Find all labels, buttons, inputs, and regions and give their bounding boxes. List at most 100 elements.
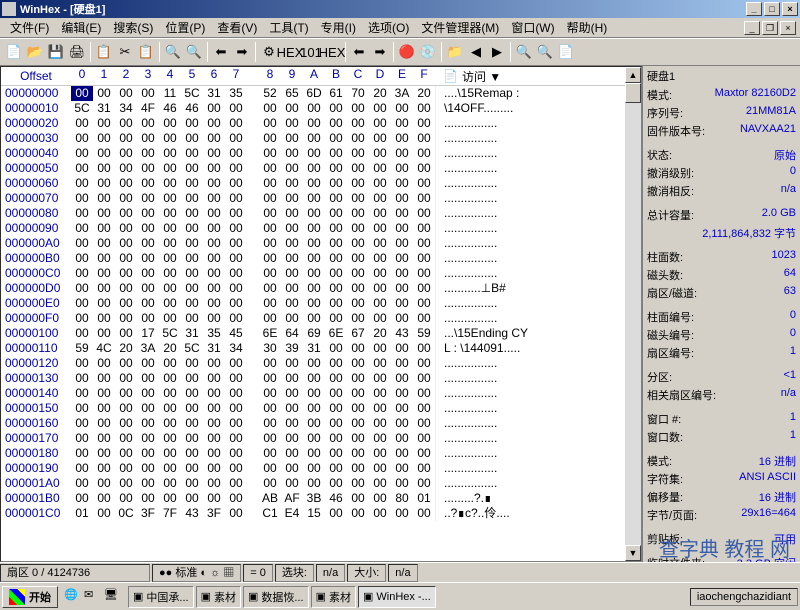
toolbar-button[interactable]: 🔍	[514, 42, 534, 62]
hex-row[interactable]: 000000F000000000000000000000000000000000…	[1, 311, 641, 326]
hex-row[interactable]: 0000017000000000000000000000000000000000…	[1, 431, 641, 446]
hex-row[interactable]: 0000003000000000000000000000000000000000…	[1, 131, 641, 146]
hex-row[interactable]: 000001A000000000000000000000000000000000…	[1, 476, 641, 491]
byte-col-header[interactable]: B	[325, 67, 347, 85]
taskbar-task[interactable]: ▣素材	[311, 586, 356, 608]
hex-row[interactable]: 0000018000000000000000000000000000000000…	[1, 446, 641, 461]
toolbar-button[interactable]: ⬅	[211, 42, 231, 62]
toolbar-button[interactable]: 🔴	[397, 42, 417, 62]
hex-row[interactable]: 0000012000000000000000000000000000000000…	[1, 356, 641, 371]
maximize-button[interactable]: □	[764, 2, 780, 16]
toolbar-button[interactable]: 📁	[445, 42, 465, 62]
status-icons[interactable]: ●● 标准 ◐ ☼ ▦	[152, 564, 241, 582]
toolbar-button[interactable]: 📋	[94, 42, 114, 62]
ql-icon[interactable]: 🖥	[104, 588, 122, 606]
hex-row[interactable]: 000000D000000000000000000000000000000000…	[1, 281, 641, 296]
toolbar-button[interactable]: HEX	[280, 42, 300, 62]
hex-row[interactable]: 0000014000000000000000000000000000000000…	[1, 386, 641, 401]
byte-col-header[interactable]: C	[347, 67, 369, 85]
hex-row[interactable]: 0000008000000000000000000000000000000000…	[1, 206, 641, 221]
start-button[interactable]: 开始	[2, 586, 58, 608]
vertical-scrollbar[interactable]: ▲ ▼	[625, 67, 641, 561]
hex-row[interactable]: 0000009000000000000000000000000000000000…	[1, 221, 641, 236]
hex-row[interactable]: 000000A000000000000000000000000000000000…	[1, 236, 641, 251]
toolbar-button[interactable]: ◀	[466, 42, 486, 62]
menu-item[interactable]: 查看(V)	[211, 17, 263, 38]
hex-row[interactable]: 000000C000000000000000000000000000000000…	[1, 266, 641, 281]
child-restore-button[interactable]: ❐	[762, 21, 778, 35]
byte-col-header[interactable]: D	[369, 67, 391, 85]
menu-item[interactable]: 帮助(H)	[561, 17, 614, 38]
toolbar-button[interactable]: 💿	[418, 42, 438, 62]
hex-row[interactable]: 00000100000000175C3135456E64696E67204359…	[1, 326, 641, 341]
toolbar-button[interactable]: 🔍	[163, 42, 183, 62]
byte-col-header[interactable]: F	[413, 67, 435, 85]
scroll-down-button[interactable]: ▼	[625, 545, 641, 561]
child-minimize-button[interactable]: _	[744, 21, 760, 35]
ql-icon[interactable]: 🌐	[64, 588, 82, 606]
system-tray[interactable]: iaochengchazidiant	[690, 588, 798, 606]
hex-row[interactable]: 000001B00000000000000000ABAF3B4600008001…	[1, 491, 641, 506]
hex-row[interactable]: 0000005000000000000000000000000000000000…	[1, 161, 641, 176]
hex-row[interactable]: 0000004000000000000000000000000000000000…	[1, 146, 641, 161]
toolbar-button[interactable]: 📄	[4, 42, 24, 62]
byte-col-header[interactable]: 3	[137, 67, 159, 85]
ascii-header[interactable]: 📄访问 ▼	[435, 67, 641, 85]
hex-row[interactable]: 0000006000000000000000000000000000000000…	[1, 176, 641, 191]
offset-header[interactable]: Offset	[1, 67, 71, 85]
toolbar-button[interactable]: ✂	[115, 42, 135, 62]
taskbar-task[interactable]: ▣中国承...	[128, 586, 194, 608]
hex-row[interactable]: 0000013000000000000000000000000000000000…	[1, 371, 641, 386]
taskbar-task[interactable]: ▣素材	[196, 586, 241, 608]
menu-item[interactable]: 窗口(W)	[505, 17, 560, 38]
hex-body[interactable]: 0000000000000000115C313552656D6170203A20…	[1, 86, 641, 521]
toolbar-button[interactable]: 🔍	[535, 42, 555, 62]
byte-col-header[interactable]: 6	[203, 67, 225, 85]
menu-item[interactable]: 文件(F)	[4, 17, 55, 38]
byte-col-header[interactable]: 7	[225, 67, 247, 85]
toolbar-button[interactable]: ➡	[232, 42, 252, 62]
hex-row[interactable]: 0000016000000000000000000000000000000000…	[1, 416, 641, 431]
byte-col-header[interactable]: 4	[159, 67, 181, 85]
close-button[interactable]: ×	[782, 2, 798, 16]
menu-item[interactable]: 搜索(S)	[107, 17, 159, 38]
hex-row[interactable]: 0000000000000000115C313552656D6170203A20…	[1, 86, 641, 101]
hex-row[interactable]: 0000015000000000000000000000000000000000…	[1, 401, 641, 416]
menu-item[interactable]: 选项(O)	[362, 17, 415, 38]
minimize-button[interactable]: _	[746, 2, 762, 16]
toolbar-button[interactable]: 🖨	[67, 42, 87, 62]
hex-row[interactable]: 000000E000000000000000000000000000000000…	[1, 296, 641, 311]
byte-col-header[interactable]: E	[391, 67, 413, 85]
ql-icon[interactable]: ✉	[84, 588, 102, 606]
byte-col-header[interactable]: 0	[71, 67, 93, 85]
menu-item[interactable]: 专用(I)	[315, 17, 362, 38]
byte-col-header[interactable]: 1	[93, 67, 115, 85]
toolbar-button[interactable]: ▶	[487, 42, 507, 62]
scroll-thumb[interactable]	[625, 83, 641, 103]
byte-col-header[interactable]: 9	[281, 67, 303, 85]
scroll-up-button[interactable]: ▲	[625, 67, 641, 83]
toolbar-button[interactable]: 💾	[46, 42, 66, 62]
toolbar-button[interactable]: ➡	[370, 42, 390, 62]
taskbar-task[interactable]: ▣WinHex -...	[358, 586, 436, 608]
hex-row[interactable]: 0000002000000000000000000000000000000000…	[1, 116, 641, 131]
byte-col-header[interactable]: 2	[115, 67, 137, 85]
toolbar-button[interactable]: ⬅	[349, 42, 369, 62]
hex-row[interactable]: 000001C001000C3F7F433F00C1E4150000000000…	[1, 506, 641, 521]
menu-item[interactable]: 文件管理器(M)	[415, 17, 505, 38]
hex-row[interactable]: 0000019000000000000000000000000000000000…	[1, 461, 641, 476]
toolbar-button[interactable]: HEX	[322, 42, 342, 62]
menu-item[interactable]: 位置(P)	[159, 17, 211, 38]
hex-row[interactable]: 0000007000000000000000000000000000000000…	[1, 191, 641, 206]
taskbar-task[interactable]: ▣数据恢...	[243, 586, 309, 608]
byte-col-header[interactable]: A	[303, 67, 325, 85]
menu-item[interactable]: 编辑(E)	[55, 17, 107, 38]
child-close-button[interactable]: ×	[780, 21, 796, 35]
hex-row[interactable]: 000000105C31344F464600000000000000000000…	[1, 101, 641, 116]
toolbar-button[interactable]: 📂	[25, 42, 45, 62]
byte-col-header[interactable]: 8	[259, 67, 281, 85]
hex-row[interactable]: 000000B000000000000000000000000000000000…	[1, 251, 641, 266]
menu-item[interactable]: 工具(T)	[263, 17, 314, 38]
byte-col-header[interactable]: 5	[181, 67, 203, 85]
toolbar-button[interactable]: 📄	[556, 42, 576, 62]
